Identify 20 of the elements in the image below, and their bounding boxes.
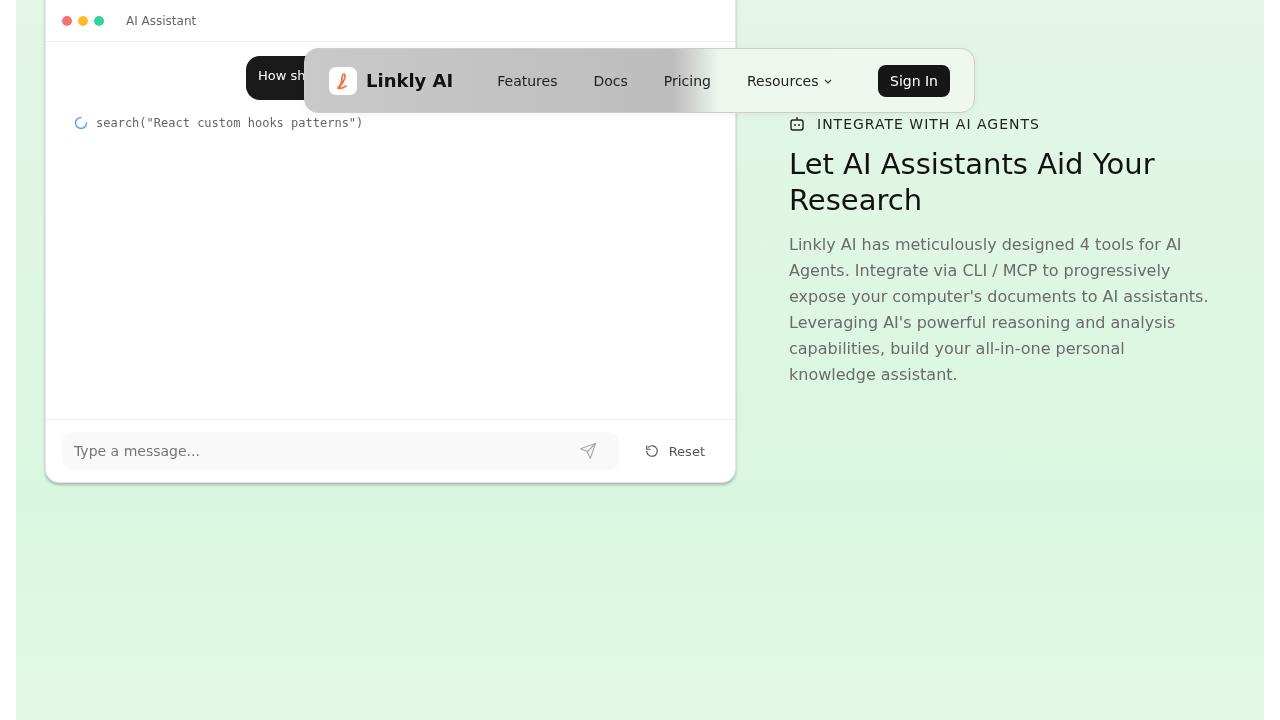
nav-link[interactable]: Resources xyxy=(747,72,834,89)
loading-spinner-icon xyxy=(74,116,88,130)
reset-button[interactable]: Reset xyxy=(636,437,719,465)
section-description: Linkly AI has meticulously designed 4 tools for AI Agents. Integrate via CLI / MCP to progressively expose your computer's documents to AI assistants. Leveraging AI's powerful reasoning and analysis capabilities, build your all-in-one personal knowledge assistant. xyxy=(789,234,1210,386)
close-dot-icon[interactable] xyxy=(62,16,72,26)
nav-link[interactable]: Features xyxy=(497,72,558,89)
reset-icon xyxy=(644,444,659,458)
window-title: AI Assistant xyxy=(126,14,197,28)
send-icon[interactable] xyxy=(578,442,597,460)
robot-icon xyxy=(789,116,805,132)
tool-call-text: search("React custom hooks patterns") xyxy=(96,116,364,130)
section-heading: Let AI Assistants Aid Your Research xyxy=(789,146,1156,218)
section-eyebrow: INTEGRATE WITH AI AGENTS xyxy=(817,116,1040,132)
sign-in-button[interactable]: Sign In xyxy=(878,64,950,97)
minimize-dot-icon[interactable] xyxy=(78,16,88,26)
message-input-field[interactable]: Type a message... xyxy=(62,432,619,470)
maximize-dot-icon[interactable] xyxy=(94,16,104,26)
nav-link[interactable]: Docs xyxy=(593,72,628,89)
nav-link[interactable]: Pricing xyxy=(663,72,711,89)
brand-logo-icon[interactable] xyxy=(329,66,357,95)
